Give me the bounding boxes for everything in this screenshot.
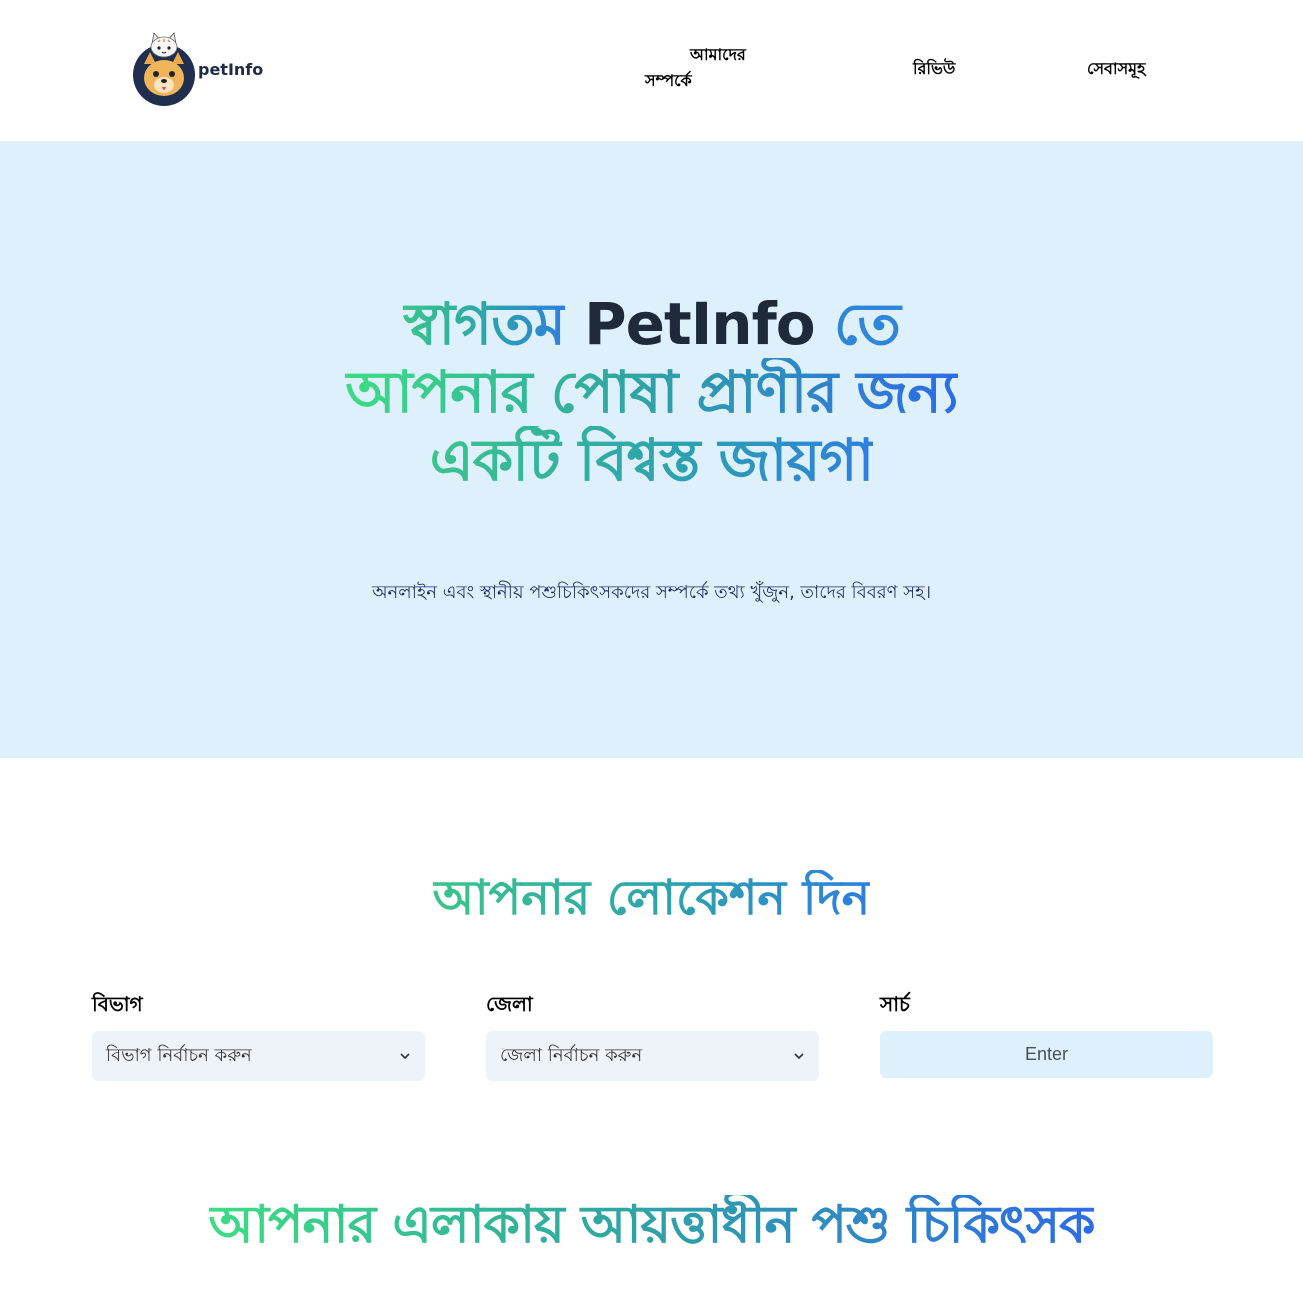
- nav-about-line2: সম্পর্কে: [645, 71, 692, 90]
- hero-title-suffix: তে: [833, 290, 901, 358]
- brand-name: petInfo: [198, 60, 264, 79]
- division-select-value: বিভাগ নির্বাচন করুন: [106, 1044, 252, 1066]
- hero-title: স্বাগতম PetInfo তে আপনার পোষা প্রাণীর জন…: [0, 290, 1303, 494]
- location-section-title: আপনার লোকেশন দিন: [0, 862, 1303, 941]
- hero-title-line1: স্বাগতম PetInfo তে: [0, 290, 1303, 358]
- hero-title-welcome: স্বাগতম: [403, 290, 566, 358]
- division-select[interactable]: বিভাগ নির্বাচন করুন: [92, 1031, 425, 1081]
- hero-title-line2: আপনার পোষা প্রাণীর জন্য: [0, 358, 1303, 426]
- location-title-text: আপনার লোকেশন দিন: [432, 870, 871, 926]
- hero-subtitle: অনলাইন এবং স্থানীয় পশুচিকিৎসকদের সম্পর্…: [371, 582, 932, 603]
- vets-title-text: আপনার এলাকায় আয়ত্তাধীন পশু চিকিৎসক: [208, 1195, 1096, 1255]
- pet-logo-icon: [133, 32, 195, 106]
- search-enter-button[interactable]: Enter: [880, 1031, 1213, 1078]
- district-select-value: জেলা নির্বাচন করুন: [500, 1044, 643, 1066]
- hero-section: স্বাগতম PetInfo তে আপনার পোষা প্রাণীর জন…: [0, 142, 1303, 758]
- brand-logo[interactable]: petInfo: [132, 30, 282, 110]
- site-header: petInfo আমাদের সম্পর্কে রিভিউ সেবাসমূহ: [0, 0, 1303, 142]
- search-label: সার্চ: [880, 992, 910, 1016]
- nav-link-services[interactable]: সেবাসমূহ: [1087, 56, 1145, 82]
- nav-link-review[interactable]: রিভিউ: [913, 56, 955, 82]
- chevron-down-icon: [400, 1053, 410, 1060]
- hero-title-line3: একটি বিশ্বস্ত জায়গা: [0, 426, 1303, 494]
- division-label: বিভাগ: [92, 992, 143, 1016]
- district-label: জেলা: [486, 992, 533, 1016]
- district-select[interactable]: জেলা নির্বাচন করুন: [486, 1031, 819, 1081]
- hero-title-line2-text: আপনার পোষা প্রাণীর জন্য: [345, 358, 958, 426]
- hero-title-brand: PetInfo: [584, 290, 816, 358]
- nav-about-line1: আমাদের: [690, 45, 746, 64]
- nav-link-about[interactable]: আমাদের সম্পর্কে: [645, 42, 755, 94]
- hero-title-line3-text: একটি বিশ্বস্ত জায়গা: [429, 426, 875, 494]
- vets-section-title: আপনার এলাকায় আয়ত্তাধীন পশু চিকিৎসক: [0, 1184, 1303, 1271]
- chevron-down-icon: [794, 1053, 804, 1060]
